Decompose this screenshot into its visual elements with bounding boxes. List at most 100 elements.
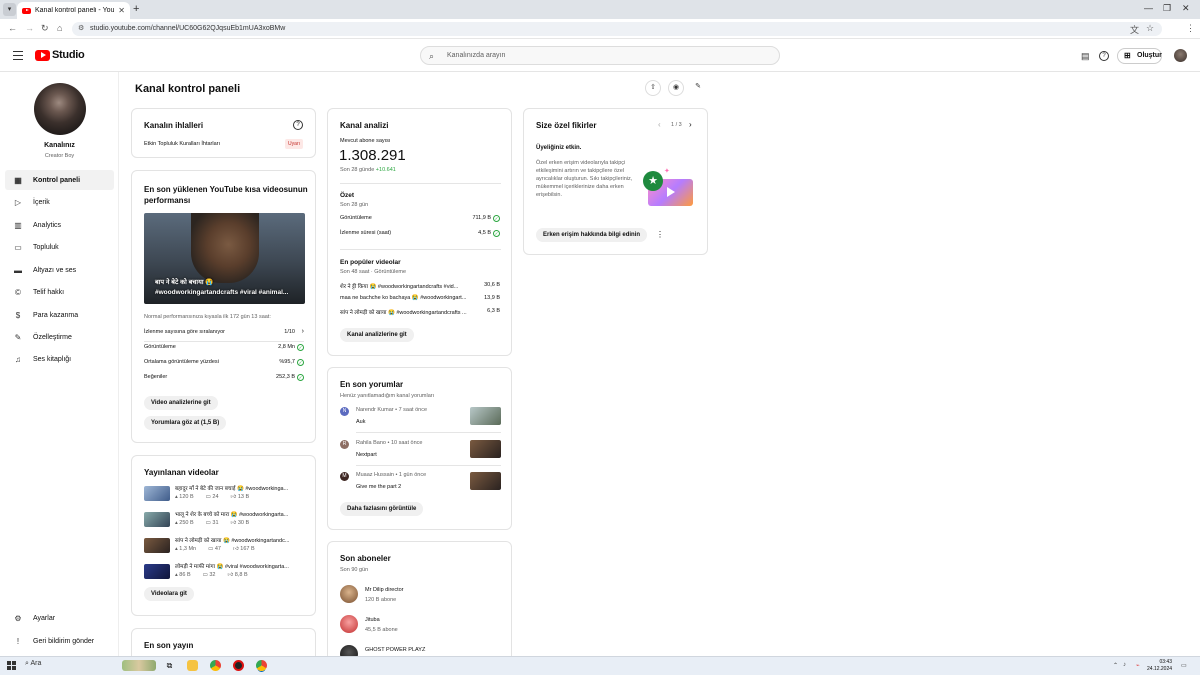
subscriber-avatar xyxy=(340,615,358,633)
new-tab-icon[interactable]: + xyxy=(133,3,139,15)
task-view-icon[interactable]: ⧉ xyxy=(164,660,175,671)
minimize-icon[interactable]: — xyxy=(1144,3,1153,13)
view-more-comments-button[interactable]: Daha fazlasını görüntüle xyxy=(340,502,424,516)
analytics-icon: ▥ xyxy=(14,220,22,230)
channel-avatar[interactable] xyxy=(34,83,86,135)
restore-icon[interactable]: ❐ xyxy=(1163,3,1171,14)
sidebar-item-analytics[interactable]: ▥ Analytics xyxy=(5,215,114,235)
url-field[interactable]: ⚙ studio.youtube.com/channel/UC60G62QJqs… xyxy=(72,22,1162,36)
help-icon[interactable]: ? xyxy=(1099,51,1109,61)
sidebar-item-copyright[interactable]: © Telif hakkı xyxy=(5,282,114,302)
site-info-icon[interactable]: ⚙ xyxy=(78,22,84,36)
bookmark-star-icon[interactable]: ☆ xyxy=(1146,23,1154,34)
thumb-title: बाप ने बेटे को बचाया 😭 xyxy=(155,279,214,286)
forward-icon[interactable]: → xyxy=(25,23,34,33)
create-button[interactable]: ⊞ Oluştur xyxy=(1117,48,1162,64)
popular-video-row[interactable]: शेर ने ट्टी किया 😭 #woodworkingartandcra… xyxy=(340,282,500,293)
chevron-left-icon[interactable]: ‹ xyxy=(658,120,661,129)
more-options-icon[interactable]: ⋮ xyxy=(656,230,664,239)
sidebar-item-dashboard[interactable]: ▦ Kontrol paneli xyxy=(5,170,114,190)
news-widget-icon[interactable] xyxy=(122,660,156,671)
popular-title: En popüler videolar xyxy=(340,259,401,266)
sidebar-item-settings[interactable]: ⚙ Ayarlar xyxy=(5,608,114,628)
media-app-icon[interactable] xyxy=(233,660,244,671)
check-circle-icon: ✓ xyxy=(297,358,304,366)
row-value: 252,3 B xyxy=(276,374,295,380)
comment-meta: Rahila Bano • 10 saat önce xyxy=(356,440,423,446)
check-circle-icon: ✓ xyxy=(297,373,304,381)
video-analytics-button[interactable]: Video analizlerine git xyxy=(144,396,218,410)
windows-start-icon[interactable] xyxy=(7,661,16,670)
ideas-pager: 1 / 3 xyxy=(671,122,682,128)
volume-icon[interactable]: ♪ xyxy=(1123,662,1126,668)
video-title: बहादुर माँ ने बेटे की जान बचाई 😭 #woodwo… xyxy=(175,486,289,492)
sidebar-item-content[interactable]: ▷ İçerik xyxy=(5,192,114,212)
recent-subscribers-card: Son aboneler Son 90 gün Mr Dilip directo… xyxy=(327,541,512,668)
row-label: Beğeniler xyxy=(144,374,168,380)
comment-video-thumbnail xyxy=(470,440,501,458)
monetization-icon: $ xyxy=(15,310,21,320)
sidebar-label: Altyazı ve ses xyxy=(33,266,77,274)
create-video-icon: ⊞ xyxy=(1124,51,1131,60)
browser-tab-active[interactable]: Kanal kontrol paneli - YouTube ✕ xyxy=(17,2,130,19)
sidebar-item-audio-library[interactable]: ♫ Ses kitaplığı xyxy=(5,349,114,369)
help-icon[interactable]: ? xyxy=(293,120,303,130)
studio-logo[interactable]: Studio xyxy=(35,49,85,61)
account-avatar[interactable] xyxy=(1174,49,1187,62)
view-comments-button[interactable]: Yorumlara göz at (1,5 B) xyxy=(144,416,227,430)
create-post-icon[interactable]: ✎ xyxy=(690,80,706,96)
check-circle-icon: ✓ xyxy=(297,343,304,351)
early-access-learn-button[interactable]: Erken erişim hakkında bilgi edinin xyxy=(536,228,648,242)
tab-search-icon[interactable]: ▾ xyxy=(3,3,16,16)
row-value: %95,7 xyxy=(279,359,295,365)
sidebar-label: Geri bildirim gönder xyxy=(33,637,95,645)
translate-icon[interactable]: 文 xyxy=(1130,23,1139,36)
short-thumbnail[interactable]: बाप ने बेटे को बचाया 😭 #woodworkingartan… xyxy=(144,213,305,304)
clock[interactable]: 03:43 24.12.2024 xyxy=(1147,659,1172,673)
chrome-active-icon[interactable] xyxy=(256,660,267,671)
row-label: Görüntüleme xyxy=(340,215,372,221)
chrome-icon[interactable] xyxy=(210,660,221,671)
go-to-videos-button[interactable]: Videolara git xyxy=(144,587,194,601)
chevron-right-icon[interactable]: › xyxy=(689,120,692,129)
taskbar-search[interactable]: ⌕ Ara xyxy=(25,660,41,668)
sidebar-item-feedback[interactable]: ! Geri bildirim gönder xyxy=(5,631,114,651)
latest-comments-card: En son yorumlar Henüz yanıtlamadığım kan… xyxy=(327,367,512,530)
channel-analytics-button[interactable]: Kanal analizlerine git xyxy=(340,328,414,342)
subs-value: 1.308.291 xyxy=(339,147,406,164)
home-icon[interactable]: ⌂ xyxy=(57,23,62,33)
close-tab-icon[interactable]: ✕ xyxy=(118,6,125,15)
network-icon[interactable]: ⌁ xyxy=(1136,662,1140,669)
likes: 167 B xyxy=(240,546,255,552)
browser-menu-icon[interactable]: ⋮ xyxy=(1186,23,1195,34)
hamburger-menu-icon[interactable] xyxy=(13,51,23,62)
row-label: सांप ने लोमड़ी को खाया 😭 #woodworkingart… xyxy=(340,310,467,316)
sidebar-label: Telif hakkı xyxy=(33,288,65,296)
channel-search-input[interactable]: ⌕ Kanalınızda arayın xyxy=(420,46,780,65)
sidebar-item-subtitles[interactable]: ▬ Altyazı ve ses xyxy=(5,260,114,280)
ideas-heading: Üyeliğiniz etkin. xyxy=(536,145,582,151)
reload-icon[interactable]: ↻ xyxy=(41,23,49,34)
windows-taskbar: ⌕ Ara ⧉ ⌃ ♪ ⌁ 03:43 24.12.2024 ▭ xyxy=(0,656,1200,675)
taskbar-search-label: Ara xyxy=(30,660,42,667)
sidebar-item-monetization[interactable]: $ Para kazanma xyxy=(5,305,114,325)
sidebar-item-community[interactable]: ▭ Topluluk xyxy=(5,237,114,257)
sidebar-label: Kontrol paneli xyxy=(33,176,81,184)
sidebar: Kanalınız Creator Boy ▦ Kontrol paneli ▷ İ… xyxy=(0,72,119,656)
popular-video-row[interactable]: maa ne bachche ko bachaya 😭 #woodworking… xyxy=(340,295,500,306)
subs-delta: Son 28 günde +10.641 xyxy=(340,167,396,173)
messages-icon[interactable]: ▤ xyxy=(1081,51,1090,62)
subs-delta-value: +10.641 xyxy=(375,167,396,173)
close-window-icon[interactable]: ✕ xyxy=(1182,3,1190,14)
go-live-icon[interactable]: ◉ xyxy=(668,80,684,96)
back-icon[interactable]: ← xyxy=(8,23,17,33)
upload-icon[interactable]: ⇧ xyxy=(645,80,661,96)
sidebar-item-customization[interactable]: ✎ Özelleştirme xyxy=(5,327,114,347)
short-rank-row[interactable]: İzlenme sayısına göre sıralanıyor 1/10 › xyxy=(144,328,304,340)
tray-chevron-icon[interactable]: ⌃ xyxy=(1113,662,1118,669)
file-explorer-icon[interactable] xyxy=(187,660,198,671)
popular-video-row[interactable]: सांप ने लोमड़ी को खाया 😭 #woodworkingart… xyxy=(340,308,500,319)
row-label: İzlenme süresi (saat) xyxy=(340,230,392,236)
settings-icon: ⚙ xyxy=(14,613,22,623)
notifications-icon[interactable]: ▭ xyxy=(1181,662,1187,669)
